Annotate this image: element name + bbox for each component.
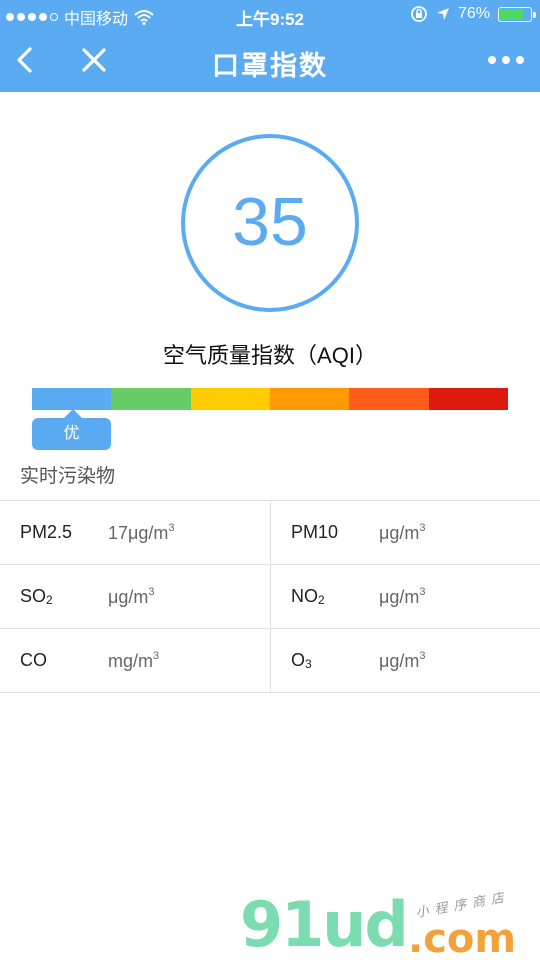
status-bar: 中国移动 上午9:52 76% <box>0 0 540 30</box>
pollutant-value: mg/m3 <box>108 650 160 671</box>
more-dots-icon <box>488 56 524 64</box>
watermark-domain: .com <box>408 916 517 960</box>
pollutants-table: PM2.5 17μg/m3 PM10 μg/m3 SO2 μg/m3 NO2 μ… <box>0 500 540 693</box>
table-row: PM2.5 17μg/m3 PM10 μg/m3 <box>0 501 540 565</box>
rotation-lock-icon <box>411 6 427 22</box>
pollutant-value: μg/m3 <box>379 586 426 607</box>
pollutant-cell-pm25: PM2.5 17μg/m3 <box>0 501 270 564</box>
pollutant-name: PM10 <box>291 522 339 542</box>
table-row: CO mg/m3 O3 μg/m3 <box>0 629 540 693</box>
pollutant-value: μg/m3 <box>108 586 155 607</box>
page-title: 口罩指数 <box>212 51 328 81</box>
pollutant-name: O3 <box>291 650 312 671</box>
pollutant-cell-so2: SO2 μg/m3 <box>0 565 270 628</box>
pollutants-heading: 实时污染物 <box>20 466 116 487</box>
more-options-button[interactable] <box>486 42 526 78</box>
aqi-color-scale <box>32 388 508 410</box>
scale-segment <box>32 388 112 410</box>
scale-segment <box>428 388 508 410</box>
pollutant-name: PM2.5 <box>20 522 73 542</box>
pollutant-cell-no2: NO2 μg/m3 <box>270 565 540 628</box>
pollutant-cell-pm10: PM10 μg/m3 <box>270 501 540 564</box>
aqi-level-badge: 优 <box>32 409 111 450</box>
watermark-main: 91ud <box>240 888 409 960</box>
top-bar: 中国移动 上午9:52 76% 口罩指数 <box>0 0 540 92</box>
pollutant-name: SO2 <box>20 586 53 607</box>
pollutant-value: 17μg/m3 <box>108 522 175 543</box>
scale-segment <box>111 388 191 410</box>
aqi-label: 空气质量指数（AQI） <box>163 343 377 368</box>
navigation-bar: 口罩指数 <box>0 30 540 92</box>
scale-segment <box>269 388 350 410</box>
battery-percentage: 76% <box>457 5 490 22</box>
pollutant-name: CO <box>20 650 47 670</box>
pollutant-value: μg/m3 <box>379 522 426 543</box>
pollutant-cell-co: CO mg/m3 <box>0 629 270 692</box>
scale-segment <box>349 388 429 410</box>
aqi-gauge-circle: 35 <box>181 134 359 312</box>
aqi-value: 35 <box>232 184 308 260</box>
watermark-logo: 91ud .com 小程序商店 <box>240 888 540 960</box>
pollutant-cell-o3: O3 μg/m3 <box>270 629 540 692</box>
pollutant-value: μg/m3 <box>379 650 426 671</box>
scale-segment <box>190 388 270 410</box>
pollutant-name: NO2 <box>291 586 325 607</box>
battery-icon <box>498 6 536 22</box>
battery-fill <box>500 8 523 20</box>
location-arrow-icon <box>436 8 449 20</box>
table-row: SO2 μg/m3 NO2 μg/m3 <box>0 565 540 629</box>
